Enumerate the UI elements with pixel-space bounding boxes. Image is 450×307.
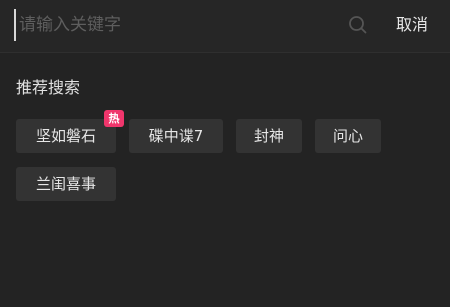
search-input[interactable] [14, 9, 339, 41]
recommend-chip-jianrupanshi[interactable]: 坚如磐石 [16, 119, 116, 153]
search-icon[interactable] [348, 15, 368, 35]
recommend-chip-languixishi[interactable]: 兰闺喜事 [16, 167, 116, 201]
search-screen: 取消 推荐搜索 坚如磐石 热 碟中谍7 封神 问心 兰闺喜事 [0, 0, 450, 307]
search-bar: 取消 [0, 0, 450, 53]
cancel-button[interactable]: 取消 [396, 13, 428, 37]
recommend-chip-wenxin[interactable]: 问心 [315, 119, 381, 153]
hot-badge: 热 [104, 110, 124, 127]
recommend-chip-fengshen[interactable]: 封神 [236, 119, 302, 153]
recommend-search-title: 推荐搜索 [16, 78, 81, 97]
recommend-chip-diezhongdie7[interactable]: 碟中谍7 [129, 119, 223, 153]
